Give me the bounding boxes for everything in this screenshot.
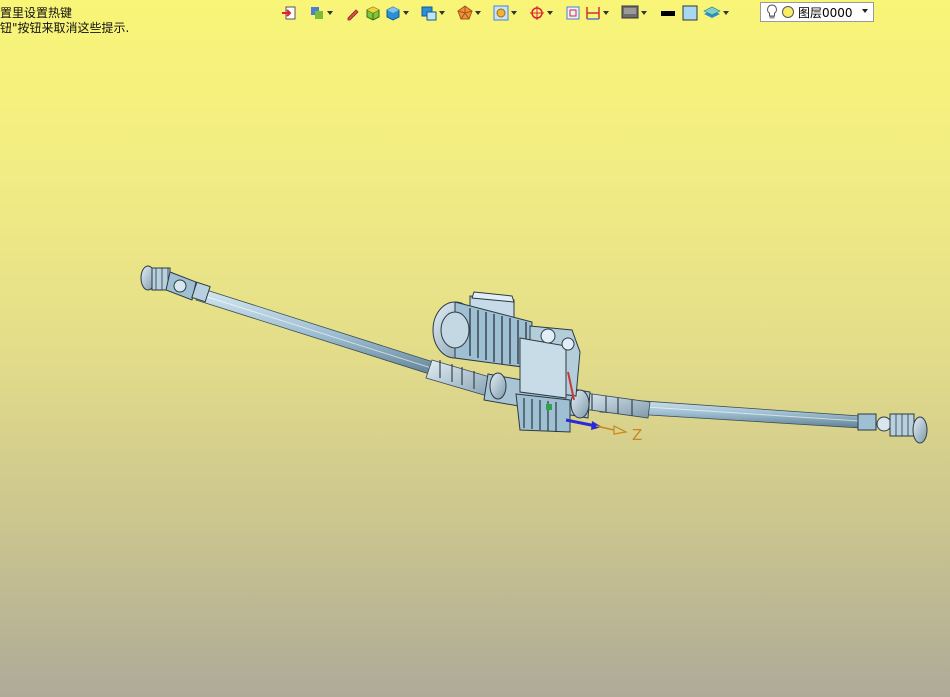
gearbox: [515, 325, 581, 433]
right-shaft: [575, 391, 861, 429]
drive-assembly-model[interactable]: [140, 265, 928, 444]
right-universal-joint: [857, 413, 928, 444]
electric-motor: [432, 291, 533, 369]
axis-triad: Z: [565, 418, 642, 444]
left-universal-joint: [140, 265, 211, 303]
model-viewport[interactable]: Z: [0, 0, 950, 697]
axis-label-z: Z: [632, 426, 642, 444]
